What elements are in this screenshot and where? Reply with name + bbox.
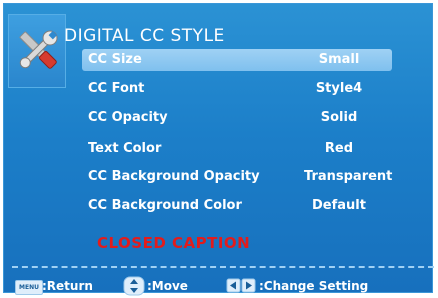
menu-item-label: CC Opacity	[88, 110, 168, 125]
move-hint: :Move	[147, 279, 188, 293]
menu-panel: DIGITAL CC STYLE CC Size Small CC Font S…	[3, 3, 434, 296]
menu-item-label: CC Background Color	[88, 198, 242, 213]
return-hint: :Return	[42, 279, 93, 293]
footer-divider	[12, 266, 434, 268]
osd-screen: DIGITAL CC STYLE CC Size Small CC Font S…	[0, 0, 438, 298]
menu-icon-tile	[8, 14, 66, 88]
menu-item-cc-background-color[interactable]: CC Background Color Default	[82, 195, 392, 217]
menu-item-label: Text Color	[88, 141, 162, 156]
footer-help-bar: MENU :Return :Move :Change Setting	[4, 274, 438, 298]
menu-item-cc-font[interactable]: CC Font Style4	[82, 78, 392, 100]
menu-title: DIGITAL CC STYLE	[64, 26, 225, 46]
left-right-arrows-icon	[226, 278, 256, 293]
wrench-screwdriver-icon	[19, 30, 58, 69]
menu-item-value: Small	[318, 52, 360, 67]
menu-item-label: CC Font	[88, 81, 145, 96]
caption-preview: CLOSED CAPTION	[97, 234, 251, 252]
change-setting-hint: :Change Setting	[259, 279, 369, 293]
menu-item-cc-size[interactable]: CC Size Small	[82, 49, 392, 71]
menu-item-value: Solid	[320, 110, 358, 125]
menu-item-value: Transparent	[304, 169, 393, 184]
menu-key-icon: MENU	[15, 280, 43, 295]
menu-item-cc-background-opacity[interactable]: CC Background Opacity Transparent	[82, 166, 392, 188]
menu-item-value: Default	[312, 198, 366, 213]
menu-item-label: CC Size	[88, 52, 142, 67]
menu-item-value: Style4	[315, 81, 363, 96]
menu-item-value: Red	[324, 141, 354, 156]
menu-item-text-color[interactable]: Text Color Red	[82, 138, 392, 160]
menu-item-cc-opacity[interactable]: CC Opacity Solid	[82, 107, 392, 129]
menu-item-label: CC Background Opacity	[88, 169, 260, 184]
up-down-arrows-icon	[123, 276, 145, 296]
